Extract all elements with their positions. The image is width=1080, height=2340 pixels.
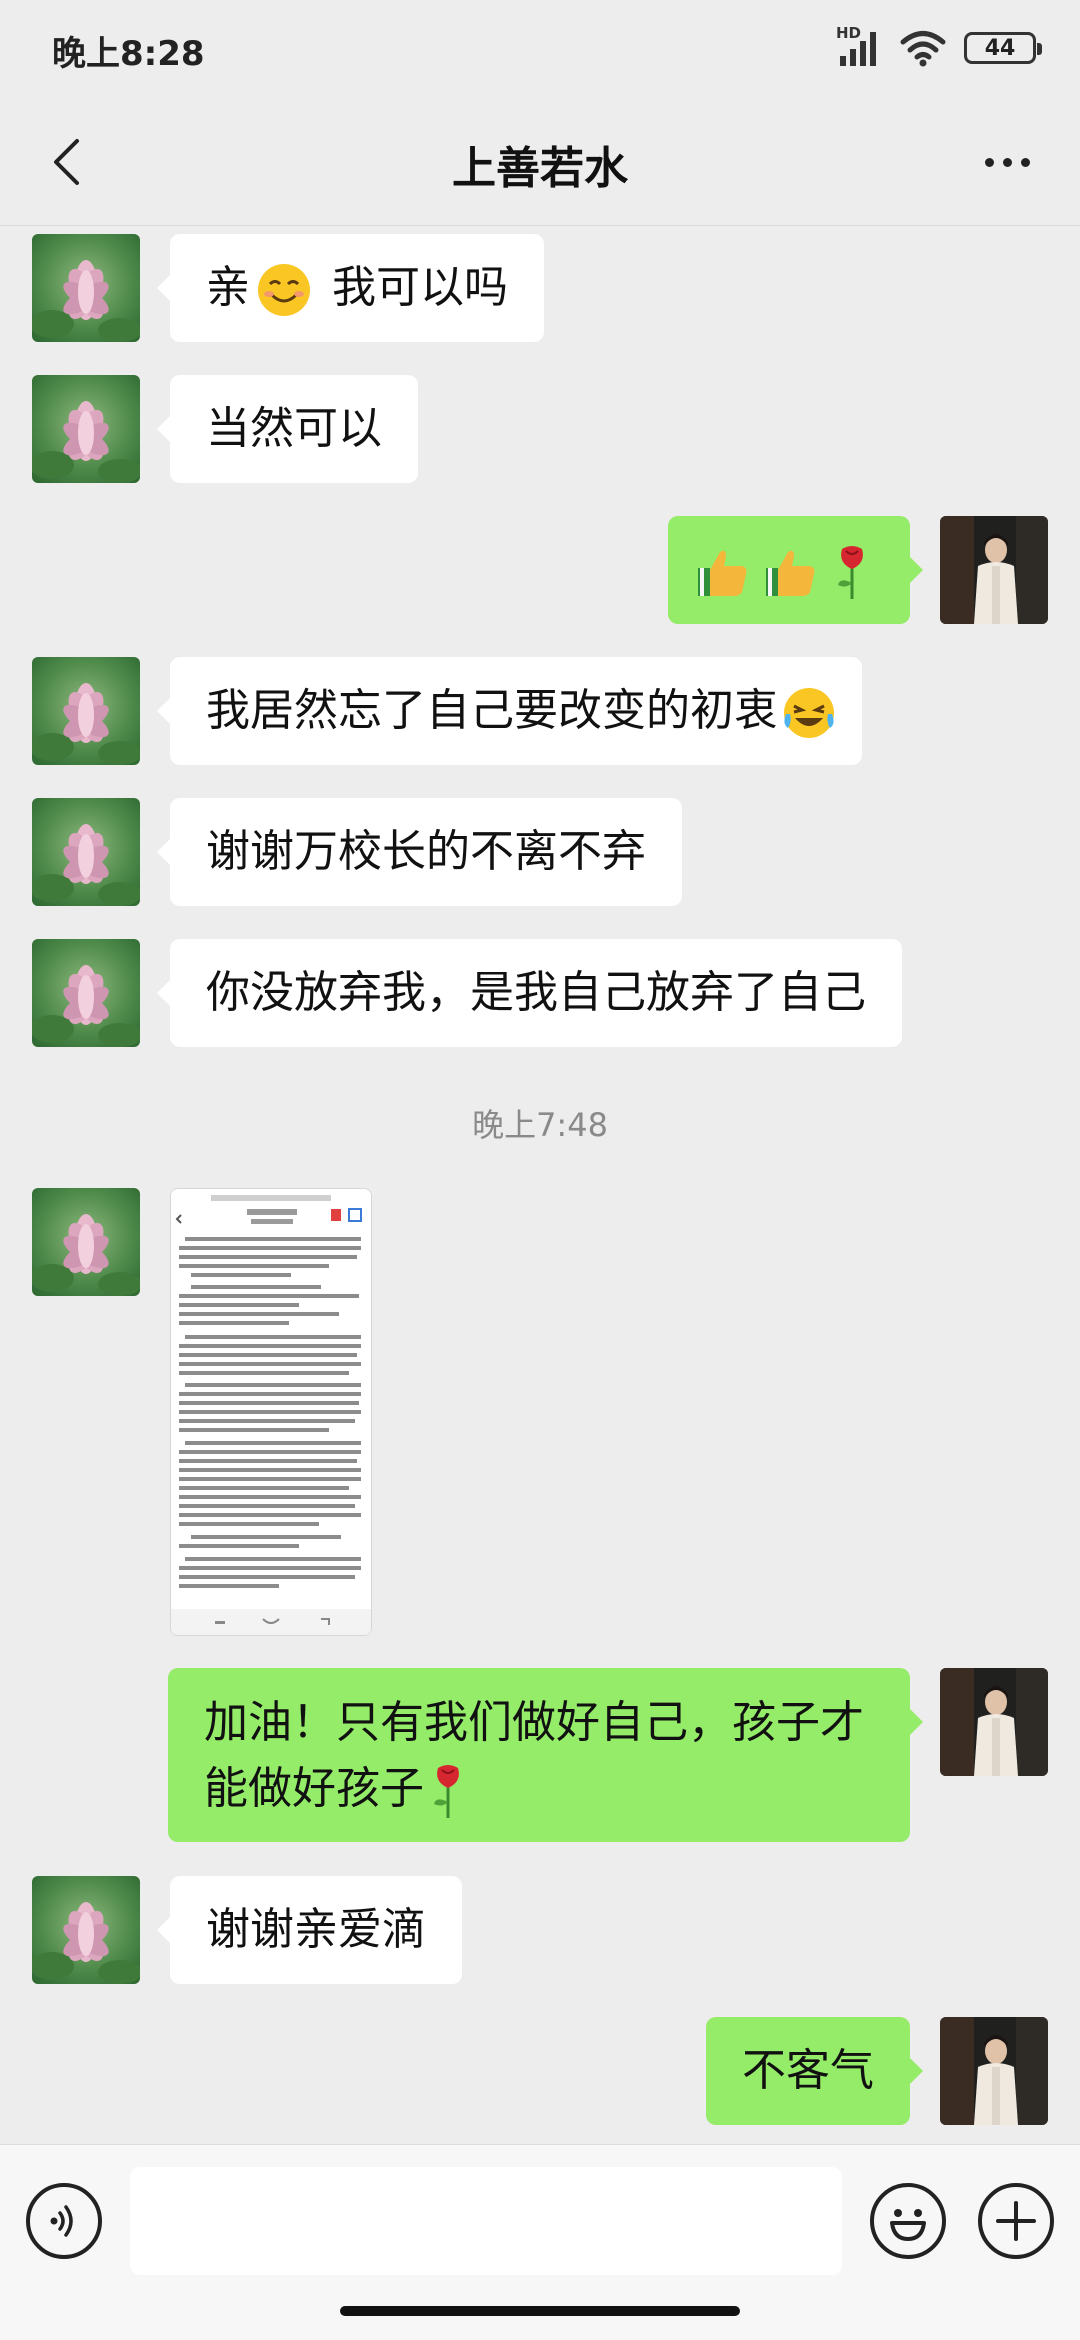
message-timestamp: 晚上7:48 (472, 1106, 608, 1144)
thumbs-up-emoji-icon (766, 550, 815, 596)
contact-avatar[interactable] (32, 798, 140, 906)
message-text: 不客气 (742, 2045, 874, 2096)
contact-avatar[interactable] (32, 234, 140, 342)
message-bubble-incoming[interactable]: 亲 我可以吗 (157, 234, 544, 342)
message-bubble-outgoing[interactable]: 不客气 (706, 2017, 923, 2125)
status-icons: HD 44 (836, 24, 1042, 70)
voice-icon (50, 2205, 73, 2237)
contact-avatar[interactable] (32, 939, 140, 1047)
message-bubble-incoming[interactable]: 我居然忘了自己要改变的初衷 (157, 657, 862, 765)
more-actions-button[interactable] (978, 2183, 1054, 2259)
more-icon-dot (1002, 157, 1012, 167)
message-text: 谢谢万校长的不离不弃 (206, 826, 646, 877)
message-text: 你没放弃我，是我自己放弃了自己 (206, 967, 866, 1018)
page-title: 上善若水 (452, 143, 628, 194)
message-input[interactable] (130, 2167, 842, 2275)
message-bubble-incoming[interactable]: 谢谢亲爱滴 (157, 1876, 462, 1984)
image-message-thumbnail[interactable] (170, 1188, 372, 1636)
wifi-icon (900, 31, 946, 67)
plus-icon (996, 2201, 1036, 2241)
more-icon (984, 157, 994, 167)
message-bubble-incoming[interactable]: 当然可以 (157, 375, 418, 483)
contact-avatar[interactable] (32, 657, 140, 765)
message-text: 当然可以 (206, 403, 382, 454)
more-icon-dot (1020, 157, 1030, 167)
more-options-button[interactable] (962, 124, 1052, 200)
status-time: 晚上8:28 (52, 34, 205, 74)
message-text-line: 能做好孩子 (204, 1763, 424, 1814)
chat-header: 上善若水 (0, 96, 1080, 226)
contact-avatar[interactable] (32, 375, 140, 483)
message-text-line-container: 能做好孩子 (204, 1756, 874, 1822)
message-bubble-outgoing[interactable] (668, 516, 923, 624)
smiling-face-emoji-icon (258, 264, 310, 316)
user-avatar[interactable] (940, 516, 1048, 624)
voice-input-button[interactable] (26, 2183, 102, 2259)
message-bubble-outgoing[interactable]: 加油！只有我们做好自己，孩子才 能做好孩子 (168, 1668, 923, 1842)
message-text-suffix: 我可以吗 (318, 262, 508, 313)
user-avatar[interactable] (940, 2017, 1048, 2125)
rose-emoji-icon (838, 546, 863, 599)
message-text: 亲 (206, 262, 250, 313)
message-bubble-incoming[interactable]: 你没放弃我，是我自己放弃了自己 (157, 939, 902, 1047)
user-avatar[interactable] (940, 1668, 1048, 1776)
battery-icon: 44 (964, 32, 1042, 64)
laughing-tears-emoji-icon (784, 688, 834, 738)
document-screenshot-image (171, 1189, 371, 1635)
contact-avatar[interactable] (32, 1188, 140, 1296)
message-text-line: 加油！只有我们做好自己，孩子才 (204, 1697, 864, 1748)
message-text: 谢谢亲爱滴 (206, 1904, 426, 1955)
battery-level: 44 (984, 35, 1016, 61)
contact-avatar[interactable] (32, 1876, 140, 1984)
smiley-icon (890, 2209, 926, 2241)
signal-icon: HD (836, 24, 882, 68)
emoji-button[interactable] (870, 2183, 946, 2259)
thumbs-up-emoji-icon (698, 550, 747, 596)
message-text: 我居然忘了自己要改变的初衷 (206, 685, 778, 736)
status-bar: 晚上8:28 HD 44 (0, 0, 1080, 96)
message-bubble-incoming[interactable]: 谢谢万校长的不离不弃 (157, 798, 682, 906)
home-indicator[interactable] (340, 2306, 740, 2316)
rose-emoji-icon (434, 1765, 459, 1818)
